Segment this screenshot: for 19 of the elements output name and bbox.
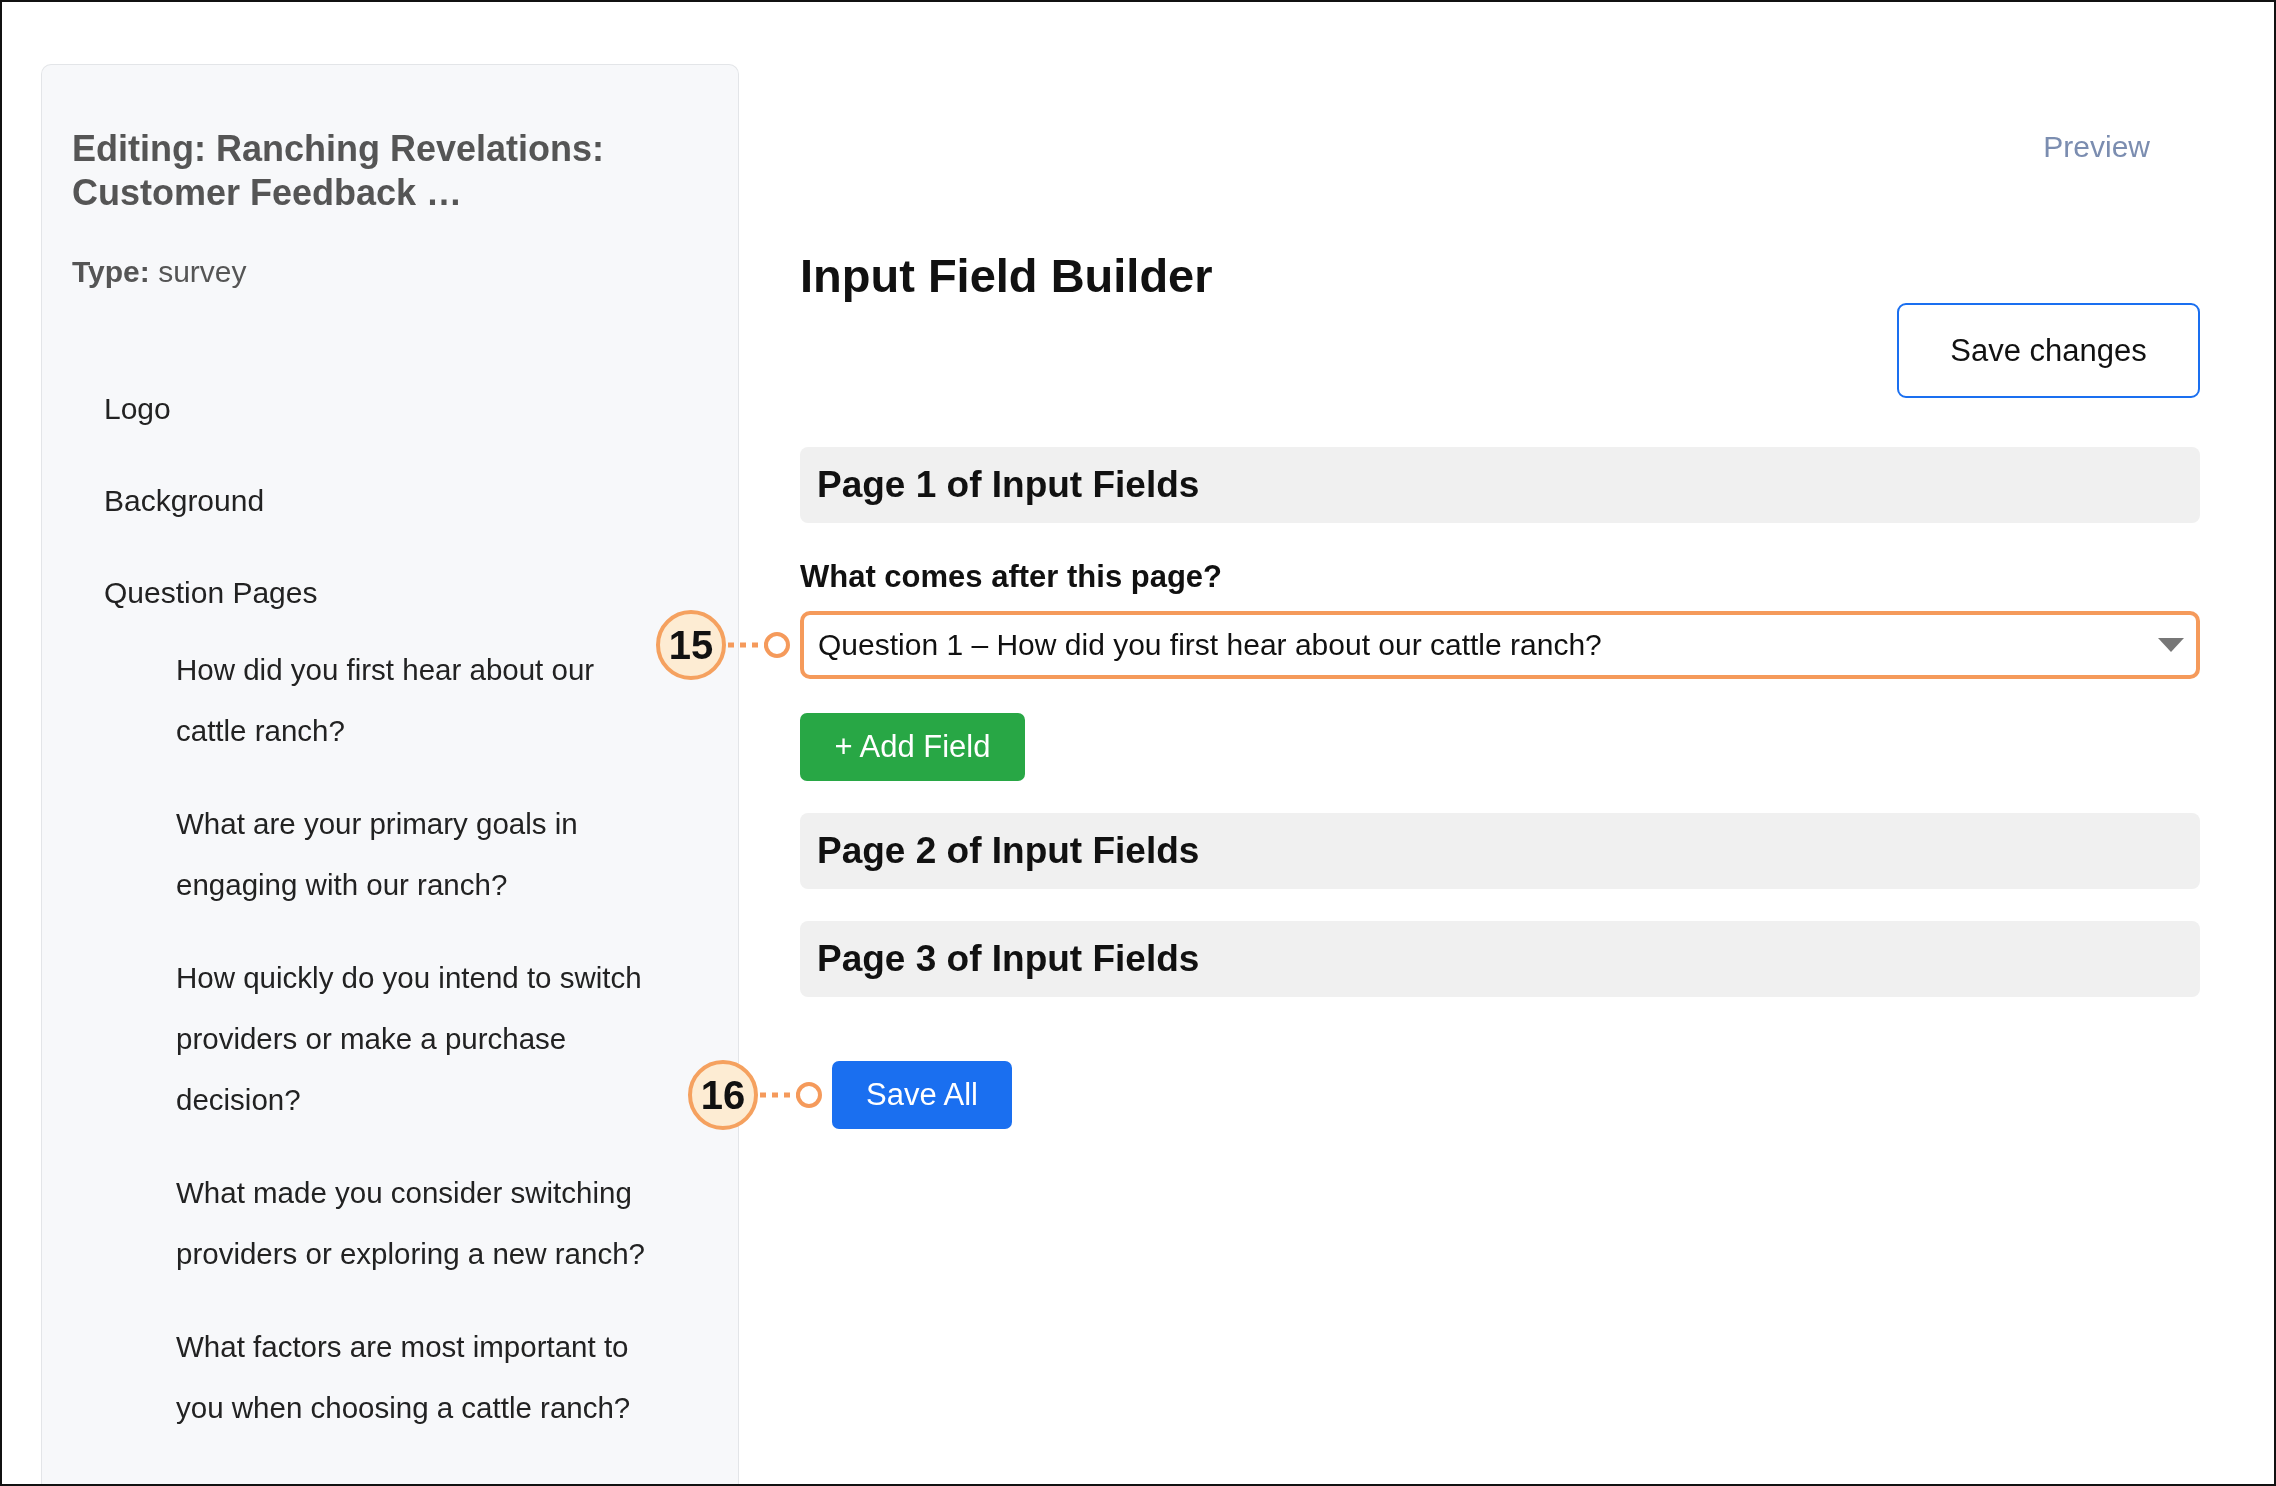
question-link[interactable]: How quickly do you intend to switch providers or make a purchase decision? [176, 947, 654, 1130]
save-changes-button[interactable]: Save changes [1897, 303, 2200, 398]
callout-connector [758, 1080, 824, 1110]
page-section-header[interactable]: Page 3 of Input Fields [800, 921, 2200, 997]
next-page-select[interactable]: Question 1 – How did you first hear about our cattle ranch? [800, 611, 2200, 679]
caret-icon [2158, 638, 2184, 652]
page-section-header[interactable]: Page 2 of Input Fields [800, 813, 2200, 889]
sidebar-item[interactable]: Background [72, 455, 708, 547]
page-section-header[interactable]: Page 1 of Input Fields [800, 447, 2200, 523]
sidebar-item[interactable]: Logo [72, 363, 708, 455]
type-text: Type: survey [72, 255, 248, 289]
field-label: What comes after this page? [800, 559, 1224, 595]
editing-title: Editing: Ranching Revelations: Customer Feedback … [72, 127, 606, 215]
question-link[interactable]: What made you consider switching providers or exploring a new ranch? [176, 1162, 654, 1284]
question-link[interactable]: What factors are most important to you when choosing a cattle ranch? [176, 1316, 654, 1438]
save-all-button[interactable]: Save All [832, 1061, 1012, 1129]
question-link[interactable]: How did you first hear about our cattle ranch? [176, 639, 654, 761]
question-link[interactable]: What are your primary goals in engaging with our ranch? [176, 793, 654, 915]
page-heading: Input Field Builder [800, 248, 1214, 303]
